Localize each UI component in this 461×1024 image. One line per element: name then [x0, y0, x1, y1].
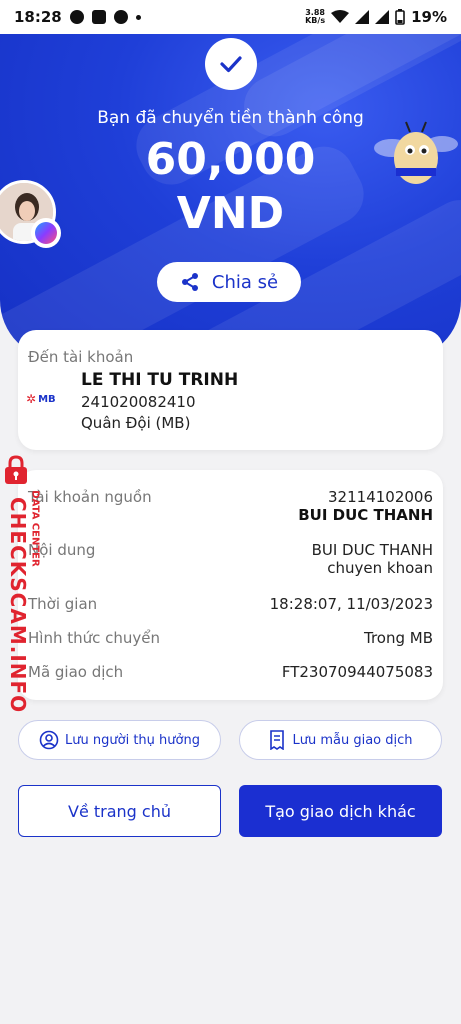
lock-icon: [5, 455, 27, 484]
new-transaction-button[interactable]: Tạo giao dịch khác: [239, 785, 442, 837]
time-value: 18:28:07, 11/03/2023: [269, 595, 433, 613]
mascot-bee-icon: [374, 121, 458, 184]
signal-icon: [355, 10, 370, 24]
home-button[interactable]: Về trang chủ: [18, 785, 221, 837]
share-icon: [181, 273, 198, 291]
watermark-site: CHECKSCAM.INFO: [6, 497, 30, 714]
method-value: Trong MB: [363, 629, 433, 647]
receipt-icon: [270, 730, 285, 750]
source-account-row: Tài khoản nguồn 32114102006 BUI DUC THANH: [28, 488, 433, 524]
more-notifications-dot-icon: [135, 14, 141, 20]
signal-2-icon: [375, 10, 390, 24]
checkscam-watermark: DATA CENTER CHECKSCAM.INFO: [2, 455, 46, 714]
share-label: Chia sẻ: [211, 271, 279, 293]
recipient-label: Đến tài khoản: [28, 348, 134, 366]
source-account-name: BUI DUC THANH: [298, 506, 433, 524]
chat-notification-icon: [91, 10, 106, 24]
recipient-bank: Quân Đội (MB): [81, 414, 191, 432]
app-notification-icon: [113, 10, 128, 24]
recipient-card: Đến tài khoản ✲ MB LE THI TU TRINH 241020…: [18, 330, 443, 450]
transaction-id-row: Mã giao dịch FT23070944075083: [28, 663, 433, 681]
method-row: Hình thức chuyển Trong MB: [28, 629, 433, 647]
recipient-name: LE THI TU TRINH: [81, 370, 239, 390]
battery-percent: 19%: [411, 8, 447, 26]
battery-icon: [395, 9, 405, 25]
save-template-button[interactable]: Lưu mẫu giao dịch: [239, 720, 442, 760]
time-row: Thời gian 18:28:07, 11/03/2023: [28, 595, 433, 613]
watermark-subtitle: DATA CENTER: [29, 490, 41, 567]
source-account-number: 32114102006: [328, 488, 433, 506]
success-check-icon: [205, 38, 257, 90]
messenger-icon: [31, 218, 61, 248]
method-label: Hình thức chuyển: [28, 629, 161, 647]
share-button[interactable]: Chia sẻ: [157, 262, 301, 302]
content-line-2: chuyen khoan: [327, 559, 433, 577]
status-bar: 18:28 3.88 KB/s 19%: [0, 0, 461, 34]
transaction-details-card: Tài khoản nguồn 32114102006 BUI DUC THANH…: [18, 470, 443, 700]
messenger-notification-icon: [69, 10, 84, 24]
mb-bank-logo: ✲ MB: [26, 392, 56, 406]
content-line-1: BUI DUC THANH: [311, 541, 433, 559]
save-beneficiary-label: Lưu người thụ hưởng: [65, 732, 200, 748]
source-account-label: Tài khoản nguồn: [28, 488, 152, 506]
wifi-icon: [331, 10, 350, 23]
status-time: 18:28: [14, 8, 62, 26]
user-circle-icon: [39, 730, 59, 750]
recipient-account-number: 241020082410: [81, 393, 196, 411]
save-beneficiary-button[interactable]: Lưu người thụ hưởng: [18, 720, 221, 760]
content-row: Nội dung BUI DUC THANH chuyen khoan: [28, 541, 433, 577]
network-speed: 3.88 KB/s: [305, 8, 326, 25]
transaction-id-value: FT23070944075083: [281, 663, 433, 681]
save-template-label: Lưu mẫu giao dịch: [292, 732, 413, 748]
